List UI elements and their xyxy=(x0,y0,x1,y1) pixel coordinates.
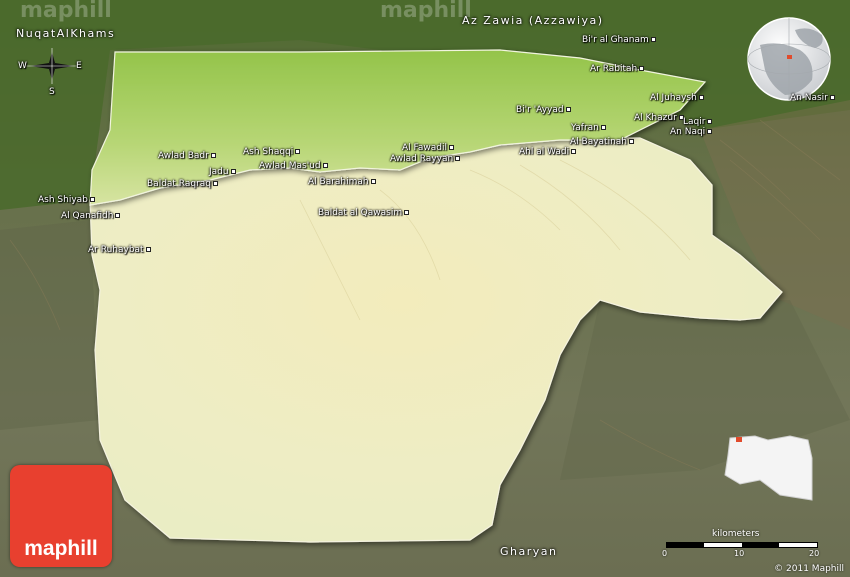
place-label[interactable]: Al Bayatinah xyxy=(570,137,635,147)
settlement-marker xyxy=(650,37,656,42)
place-label[interactable]: Yafran xyxy=(571,123,606,133)
scale-tick-10: 10 xyxy=(734,549,745,558)
place-label[interactable]: Baldat Raqraq xyxy=(147,179,219,189)
settlement-marker xyxy=(455,156,461,161)
place-name: Yafran xyxy=(571,123,599,133)
place-label[interactable]: An Naqi xyxy=(670,127,713,137)
scale-title: kilometers xyxy=(712,529,760,539)
place-name: Al Bayatinah xyxy=(570,137,628,147)
place-name: Jadu xyxy=(209,167,229,177)
scale-segment xyxy=(742,543,779,547)
settlement-marker xyxy=(115,213,121,218)
place-label[interactable]: Ash Shaqqi xyxy=(243,147,301,157)
settlement-marker xyxy=(210,153,216,158)
country-inset-map xyxy=(714,425,822,507)
place-name: Baldat Raqraq xyxy=(147,179,212,189)
region-label-north: Az Zawia (Azzawiya) xyxy=(462,14,604,27)
settlement-marker xyxy=(600,125,606,130)
settlement-marker xyxy=(698,95,704,100)
settlement-marker xyxy=(707,119,713,124)
scale-tick-0: 0 xyxy=(662,549,668,558)
terrain-shade-1 xyxy=(0,220,100,430)
compass-south-label: S xyxy=(49,87,55,97)
settlement-marker xyxy=(213,181,219,186)
settlement-marker xyxy=(629,139,635,144)
place-label[interactable]: Awlad Rayyan xyxy=(390,154,461,164)
settlement-marker xyxy=(639,66,645,71)
settlement-marker xyxy=(448,145,454,150)
place-name: Bi'r al Ghanam xyxy=(582,35,649,45)
scale-tick-20: 20 xyxy=(809,549,820,558)
place-name: Al Juhaysh xyxy=(650,93,697,103)
settlement-marker xyxy=(230,169,236,174)
settlement-marker xyxy=(565,107,571,112)
settlement-marker xyxy=(322,163,328,168)
map-canvas[interactable]: maphill maphill NuqatAlKhams Az Zawia (A… xyxy=(0,0,850,577)
region-label-south: Gharyan xyxy=(500,545,558,558)
place-label[interactable]: Jadu xyxy=(209,167,236,177)
compass-east-label: E xyxy=(76,61,82,71)
place-name: Ar Ruhaybat xyxy=(88,245,144,255)
place-label[interactable]: Al Qanafidh xyxy=(61,211,121,221)
place-name: Ar Rabitah xyxy=(590,64,638,74)
place-name: Awlad Rayyan xyxy=(390,154,454,164)
place-label[interactable]: Ash Shiyab xyxy=(38,195,95,205)
place-name: An Naqi xyxy=(670,127,706,137)
place-label[interactable]: Baldat al Qawasim xyxy=(318,208,410,218)
place-name: Al Khazur xyxy=(634,113,677,123)
place-label[interactable]: Bi'r 'Ayyad xyxy=(516,105,571,115)
watermark-center: maphill xyxy=(380,0,472,23)
place-label[interactable]: Ar Ruhaybat xyxy=(88,245,151,255)
place-name: Al Fawadil xyxy=(402,143,447,153)
logo-text: maphill xyxy=(24,537,98,560)
settlement-marker xyxy=(89,197,95,202)
place-label[interactable]: Awlad Mas'ud xyxy=(259,161,328,171)
scale-segment xyxy=(667,543,704,547)
place-label[interactable]: Ahl al Wadi xyxy=(519,147,577,157)
settlement-marker xyxy=(295,149,301,154)
place-name: Laqir xyxy=(683,117,706,127)
place-label[interactable]: Laqir xyxy=(683,117,713,127)
settlement-marker xyxy=(571,149,577,154)
compass-rose: W E S xyxy=(18,44,82,97)
place-label[interactable]: Al Khazur xyxy=(634,113,684,123)
scale-bar-graphic xyxy=(666,542,818,548)
settlement-marker xyxy=(370,179,376,184)
maphill-logo[interactable]: maphill xyxy=(10,465,112,567)
place-label[interactable]: Al Juhaysh xyxy=(650,93,704,103)
watermark-left: maphill xyxy=(20,0,112,23)
globe-locator xyxy=(746,16,832,102)
place-name: Ash Shiyab xyxy=(38,195,88,205)
place-name: Awlad Badr xyxy=(158,151,209,161)
place-name: Al Qanafidh xyxy=(61,211,114,221)
place-name: Ahl al Wadi xyxy=(519,147,570,157)
place-label[interactable]: Al Barahimah xyxy=(308,177,376,187)
compass-west-label: W xyxy=(18,61,27,71)
place-label[interactable]: Al Fawadil xyxy=(402,143,454,153)
region-label-northwest: NuqatAlKhams xyxy=(16,27,116,40)
copyright-notice: © 2011 Maphill xyxy=(774,564,844,574)
place-label[interactable]: Awlad Badr xyxy=(158,151,216,161)
place-name: Baldat al Qawasim xyxy=(318,208,403,218)
settlement-marker xyxy=(707,129,713,134)
scale-bar: kilometers 0 10 20 xyxy=(660,528,830,562)
place-name: Ash Shaqqi xyxy=(243,147,294,157)
settlement-marker xyxy=(145,247,151,252)
settlement-marker xyxy=(404,210,410,215)
place-name: Awlad Mas'ud xyxy=(259,161,321,171)
place-label[interactable]: Bi'r al Ghanam xyxy=(582,35,656,45)
place-label[interactable]: Ar Rabitah xyxy=(590,64,645,74)
place-name: Bi'r 'Ayyad xyxy=(516,105,564,115)
place-name: Al Barahimah xyxy=(308,177,369,187)
